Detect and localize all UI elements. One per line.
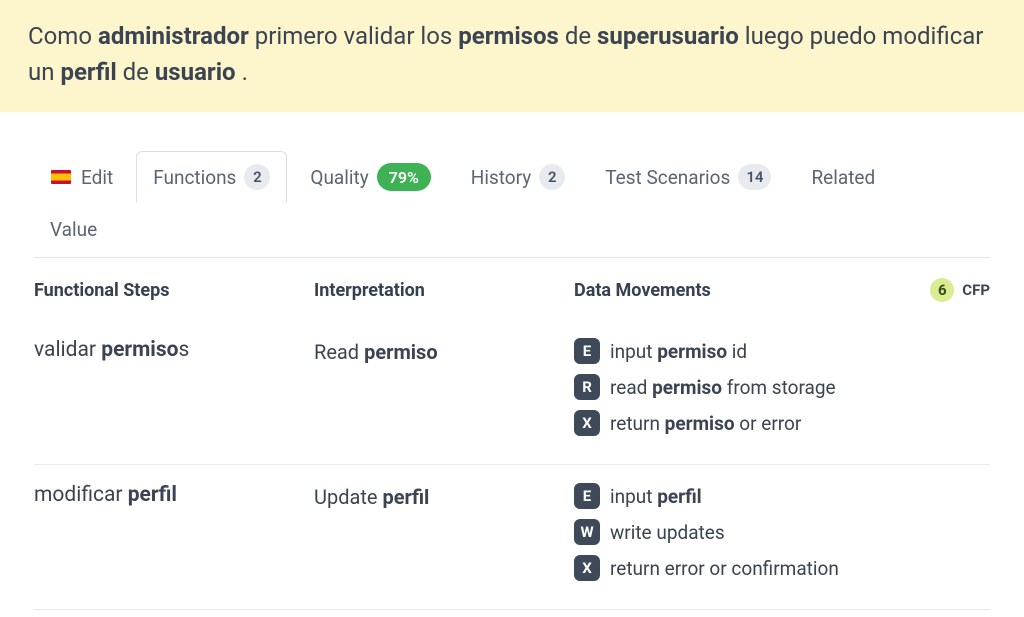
tab-functions-count: 2	[244, 164, 270, 190]
movement-type-chip: R	[574, 374, 600, 400]
movement-text: read permiso from storage	[610, 376, 836, 399]
data-movement-item: Xreturn error or confirmation	[574, 555, 990, 581]
movement-type-chip: E	[574, 338, 600, 364]
movement-type-chip: X	[574, 555, 600, 581]
movement-type-chip: E	[574, 483, 600, 509]
tab-edit[interactable]: Edit	[34, 153, 130, 202]
tab-quality[interactable]: Quality 79%	[293, 150, 447, 204]
tab-related-label: Related	[811, 166, 875, 189]
tab-history-count: 2	[539, 164, 565, 190]
header-interp: Interpretation	[314, 280, 574, 301]
data-movement-item: Einput perfil	[574, 483, 990, 509]
movement-text: input perfil	[610, 485, 702, 508]
tab-functions-label: Functions	[153, 166, 236, 189]
tab-functions[interactable]: Functions 2	[136, 151, 287, 203]
table-row: validar permisosRead permisoEinput permi…	[34, 320, 990, 465]
cfp-total: 6 CFP	[930, 278, 990, 302]
tab-edit-label: Edit	[81, 166, 113, 189]
movement-type-chip: X	[574, 410, 600, 436]
movement-text: return error or confirmation	[610, 557, 839, 580]
tab-value[interactable]: Value	[34, 204, 990, 257]
movement-text: write updates	[610, 521, 725, 544]
data-movements: Einput permiso id Rread permiso from stor…	[574, 338, 990, 436]
tab-test-count: 14	[738, 164, 771, 190]
data-movement-item: Wwrite updates	[574, 519, 990, 545]
tabs-row: Edit Functions 2 Quality 79% History 2 T…	[34, 150, 990, 204]
interpretation: Read permiso	[314, 338, 574, 436]
table-row: modificar perfilUpdate perfilEinput perf…	[34, 465, 990, 610]
interpretation: Update perfil	[314, 483, 574, 581]
tab-related[interactable]: Related	[794, 153, 892, 202]
main-content: Edit Functions 2 Quality 79% History 2 T…	[0, 150, 1024, 610]
rows-container: validar permisosRead permisoEinput permi…	[34, 320, 990, 610]
tab-value-label: Value	[50, 218, 97, 241]
story-banner: Como administrador primero validar los p…	[0, 0, 1024, 112]
flag-spain-icon	[51, 170, 71, 184]
data-movements: Einput perfil Wwrite updates Xreturn error…	[574, 483, 990, 581]
data-movement-item: Einput permiso id	[574, 338, 990, 364]
cfp-label: CFP	[962, 281, 990, 299]
functional-step: modificar perfil	[34, 483, 314, 581]
tab-quality-label: Quality	[310, 166, 368, 189]
tab-test-scenarios[interactable]: Test Scenarios 14	[588, 151, 788, 203]
movement-text: input permiso id	[610, 340, 747, 363]
functional-step: validar permisos	[34, 338, 314, 436]
header-steps: Functional Steps	[34, 280, 314, 301]
tab-history[interactable]: History 2	[454, 151, 582, 203]
table-headers: Functional Steps Interpretation Data Mov…	[34, 258, 990, 320]
cfp-count: 6	[930, 278, 954, 302]
tab-history-label: History	[471, 166, 531, 189]
tab-test-label: Test Scenarios	[605, 166, 730, 189]
movement-type-chip: W	[574, 519, 600, 545]
header-data-movements: Data Movements	[574, 280, 711, 301]
data-movement-item: Xreturn permiso or error	[574, 410, 990, 436]
data-movement-item: Rread permiso from storage	[574, 374, 990, 400]
tab-quality-pct: 79%	[377, 163, 431, 191]
movement-text: return permiso or error	[610, 412, 801, 435]
